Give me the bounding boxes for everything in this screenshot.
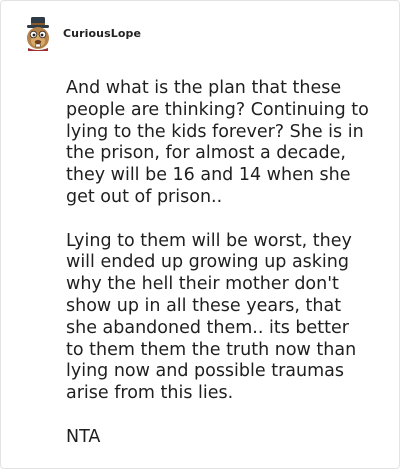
comment-card: CuriousLope And what is the plan that th… <box>0 0 400 469</box>
comment-paragraph: NTA <box>66 426 101 447</box>
comment-body: And what is the plan that these people a… <box>66 78 371 470</box>
comment-paragraph: And what is the plan that these people a… <box>66 78 369 207</box>
comment-header: CuriousLope <box>21 15 141 51</box>
comment-paragraph: Lying to them will be worst, they will e… <box>66 230 357 404</box>
username[interactable]: CuriousLope <box>63 27 141 40</box>
avatar-icon[interactable] <box>21 15 55 51</box>
